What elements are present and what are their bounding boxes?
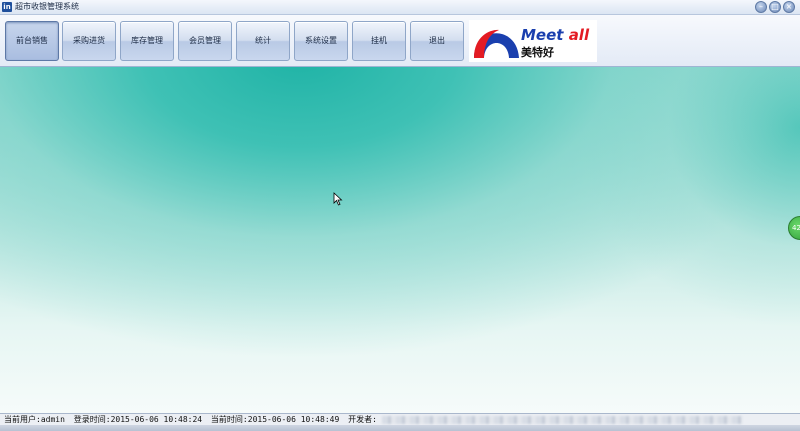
app-logo-icon: in — [2, 2, 12, 12]
inventory-button[interactable]: 库存管理 — [120, 21, 174, 61]
maximize-button[interactable]: □ — [769, 1, 781, 13]
status-bar: 当前用户:admin 登录时间:2015-06-06 10:48:24 当前时间… — [0, 413, 800, 425]
current-user: 当前用户:admin — [4, 415, 65, 424]
member-button[interactable]: 会员管理 — [178, 21, 232, 61]
front-sales-button[interactable]: 前台销售 — [5, 21, 59, 61]
app-window: in 超市收银管理系统 – □ × 前台销售 采购进货 库存管理 会员管理 统计… — [0, 0, 800, 431]
window-title: 超市收银管理系统 — [15, 2, 79, 11]
developer-info: 开发者: — [348, 415, 377, 424]
main-toolbar: 前台销售 采购进货 库存管理 会员管理 统计 系统设置 挂机 退出 Meet a… — [0, 15, 800, 67]
main-workspace[interactable] — [0, 67, 800, 413]
blurred-region — [381, 415, 742, 424]
arch-logo-icon — [474, 29, 519, 58]
system-settings-button[interactable]: 系统设置 — [294, 21, 348, 61]
exit-button[interactable]: 退出 — [410, 21, 464, 61]
logo-text-english: Meet all — [521, 26, 590, 44]
login-time: 登录时间:2015-06-06 10:48:24 — [73, 415, 203, 424]
statistics-button[interactable]: 统计 — [236, 21, 290, 61]
lock-screen-button[interactable]: 挂机 — [352, 21, 406, 61]
taskbar-strip — [0, 425, 800, 431]
logo-text-chinese: 美特好 — [521, 46, 554, 59]
brand-logo: Meet all 美特好 — [469, 20, 597, 62]
title-bar[interactable]: in 超市收银管理系统 – □ × — [0, 0, 800, 15]
close-button[interactable]: × — [783, 1, 795, 13]
minimize-button[interactable]: – — [755, 1, 767, 13]
purchase-button[interactable]: 采购进货 — [62, 21, 116, 61]
current-time: 当前时间:2015-06-06 10:48:49 — [210, 415, 340, 424]
mouse-cursor-icon — [333, 192, 343, 206]
